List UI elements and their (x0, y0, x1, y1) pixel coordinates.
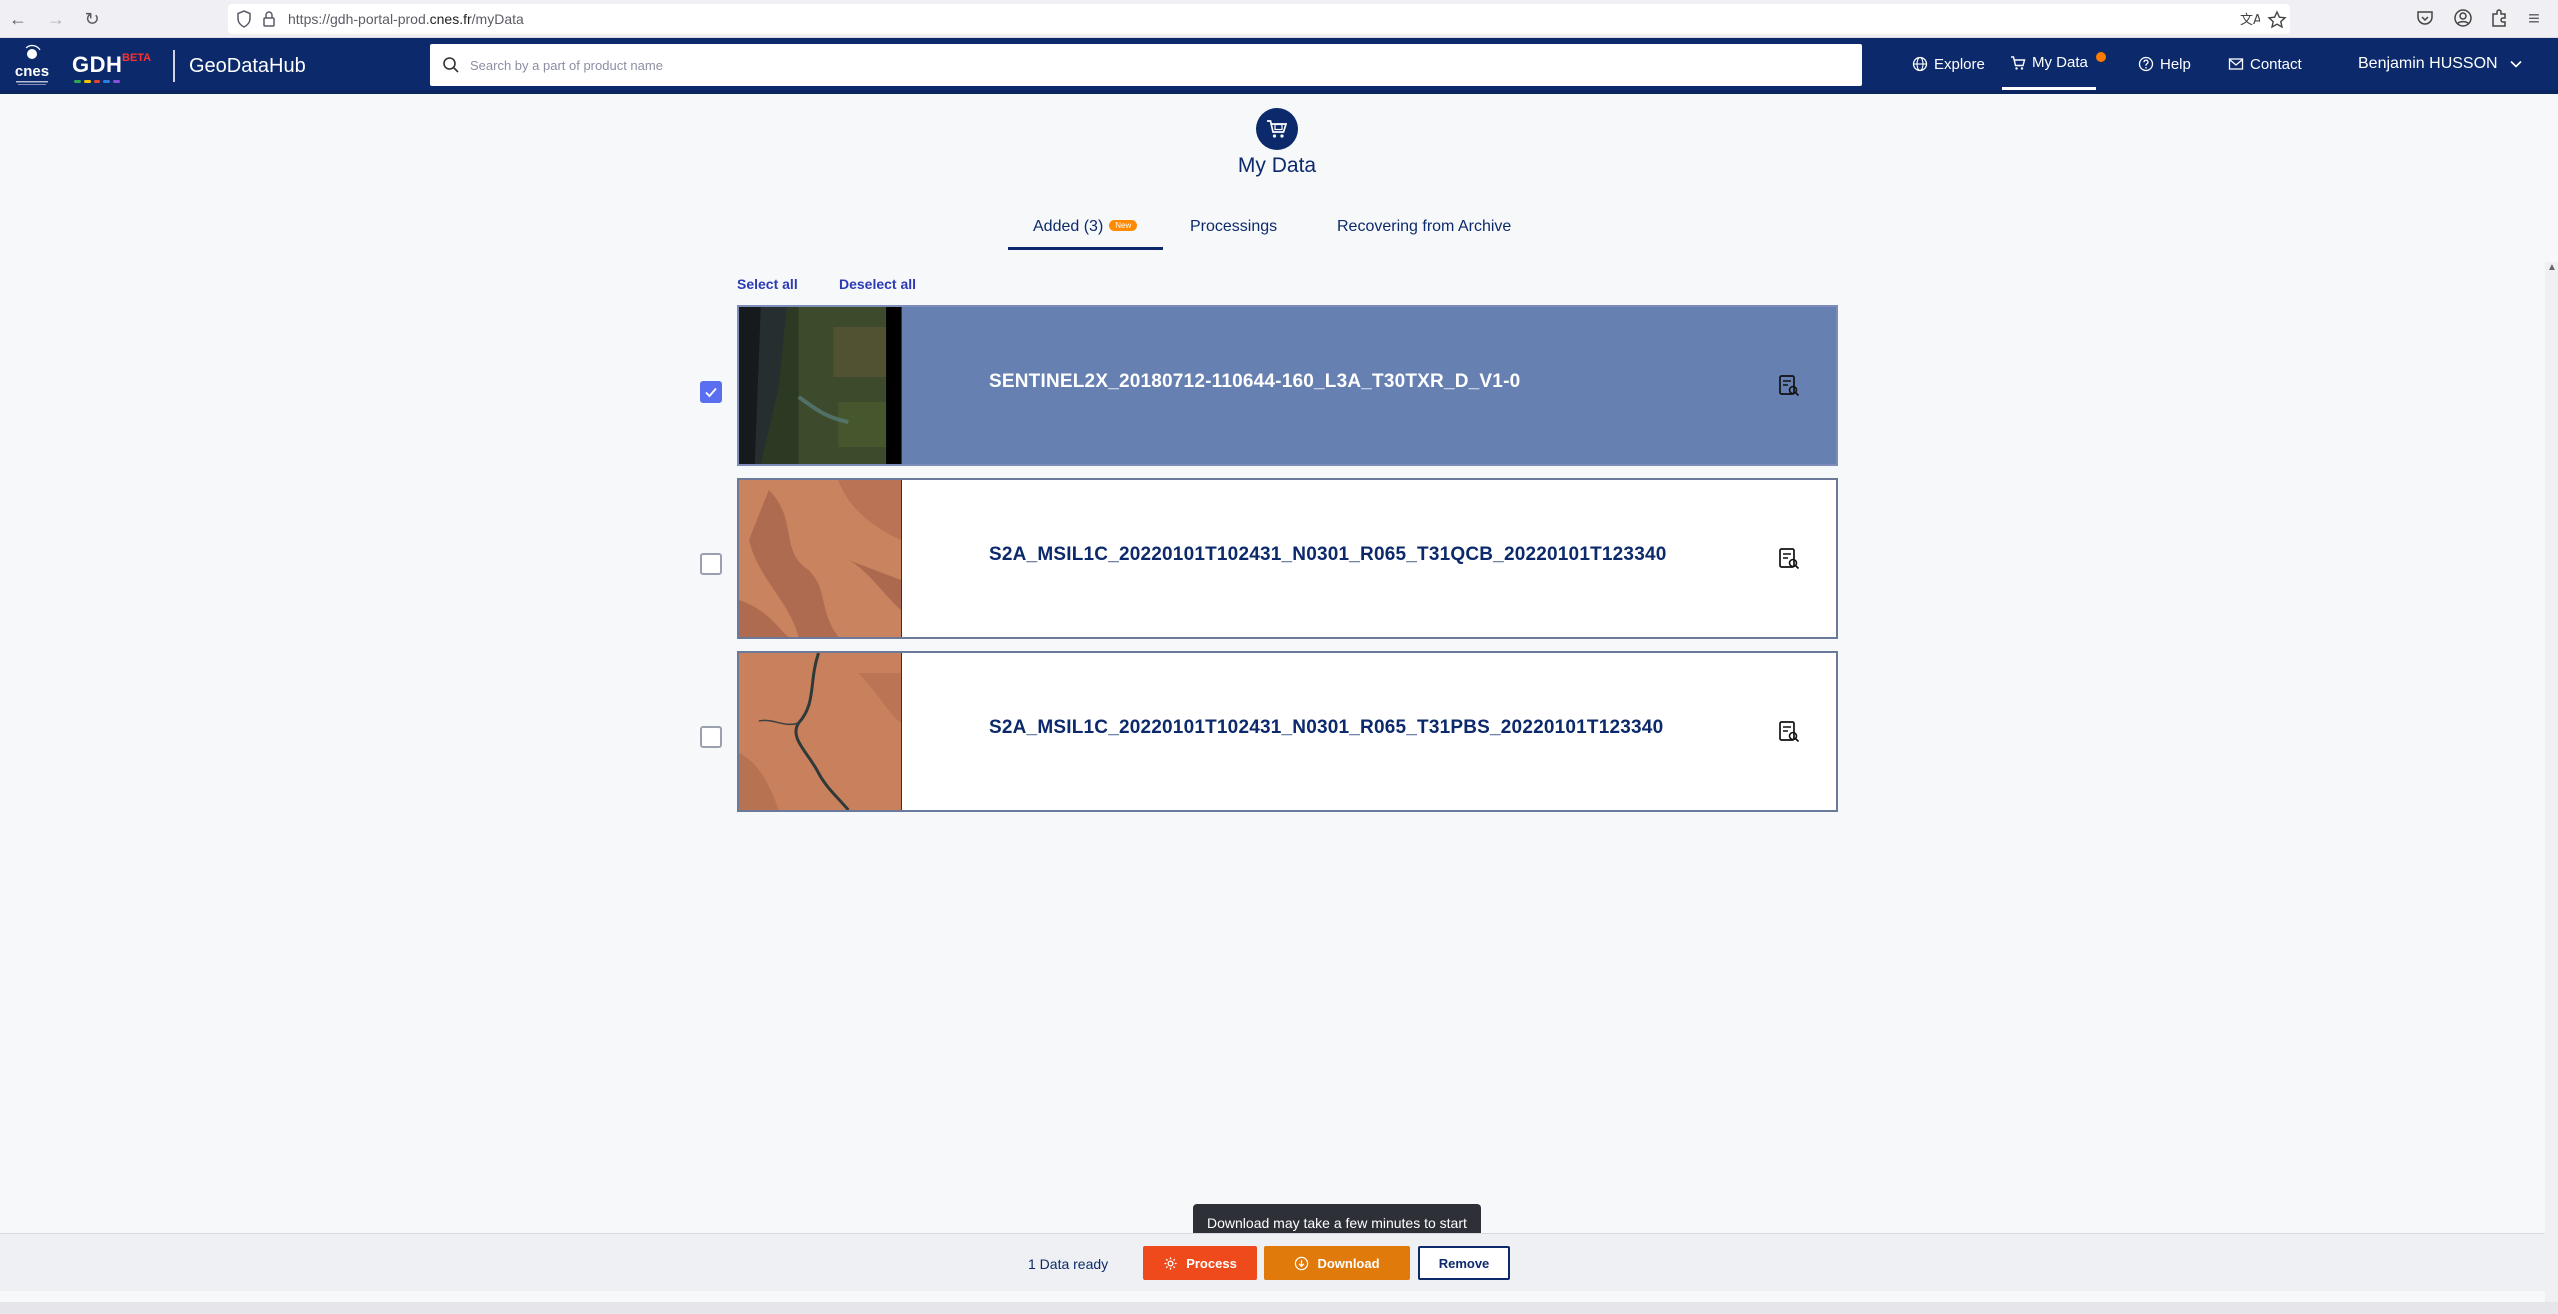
address-bar[interactable]: https://gdh-portal-prod.cnes.fr/myData 文… (228, 4, 2290, 34)
product-checkbox[interactable] (700, 381, 722, 403)
nav-explore[interactable]: Explore (1912, 38, 1985, 90)
product-details-icon[interactable] (1776, 719, 1802, 745)
download-button-label: Download (1317, 1255, 1380, 1271)
deselect-all-link[interactable]: Deselect all (839, 276, 916, 292)
shield-icon[interactable] (236, 10, 252, 28)
scrollbar[interactable] (2545, 262, 2558, 1302)
cart-icon (1267, 120, 1288, 138)
reload-icon[interactable]: ↻ (80, 7, 104, 31)
svg-text:文A: 文A (2240, 13, 2260, 28)
mail-icon (2228, 58, 2244, 70)
pocket-icon[interactable] (2414, 7, 2436, 29)
product-checkbox[interactable] (700, 553, 722, 575)
bookmark-star-icon[interactable] (2266, 9, 2288, 31)
nav-contact-label: Contact (2250, 55, 2302, 73)
user-menu[interactable]: Benjamin HUSSON (2358, 38, 2524, 90)
select-all-link[interactable]: Select all (737, 276, 798, 292)
process-button[interactable]: Process (1143, 1246, 1257, 1280)
help-icon (2138, 56, 2154, 72)
my-data-cart-badge (1256, 108, 1298, 150)
process-button-label: Process (1186, 1255, 1237, 1271)
tab-added[interactable]: Added (3) New (1008, 218, 1163, 250)
user-name: Benjamin HUSSON (2358, 55, 2498, 72)
product-name: S2A_MSIL1C_20220101T102431_N0301_R065_T3… (989, 544, 1667, 565)
lock-icon[interactable] (262, 10, 276, 28)
product-row[interactable]: S2A_MSIL1C_20220101T102431_N0301_R065_T3… (737, 651, 1838, 812)
app-header: cnes GDH BETA GeoDataHub Explore My Data… (0, 38, 2558, 94)
header-divider (173, 50, 175, 82)
account-icon[interactable] (2452, 7, 2474, 29)
beta-label: BETA (122, 52, 152, 64)
product-details-icon[interactable] (1776, 373, 1802, 399)
search-input[interactable] (470, 44, 1850, 86)
nav-contact[interactable]: Contact (2228, 38, 2302, 90)
chevron-down-icon (2510, 60, 2522, 68)
cnes-logo[interactable]: cnes (10, 44, 54, 88)
menu-icon[interactable]: ≡ (2522, 7, 2546, 31)
search-box (430, 44, 1862, 86)
gdh-color-bar (74, 80, 120, 84)
cnes-logo-icon: cnes (15, 44, 49, 85)
checkmark-icon (705, 387, 717, 398)
url-text: https://gdh-portal-prod.cnes.fr/myData (288, 11, 524, 27)
product-thumbnail (739, 480, 902, 637)
download-icon (1295, 1256, 1309, 1270)
product-row[interactable]: SENTINEL2X_20180712-110644-160_L3A_T30TX… (737, 305, 1838, 466)
app-name[interactable]: GeoDataHub (189, 55, 306, 78)
extensions-icon[interactable] (2488, 7, 2510, 29)
horizontal-scrollbar[interactable] (0, 1302, 2558, 1314)
data-ready-status: 1 Data ready (1028, 1256, 1109, 1272)
tab-recovering-from-archive[interactable]: Recovering from Archive (1337, 218, 1511, 250)
forward-icon[interactable]: → (44, 7, 68, 31)
product-name: S2A_MSIL1C_20220101T102431_N0301_R065_T3… (989, 717, 1664, 738)
nav-help[interactable]: Help (2138, 38, 2191, 90)
browser-toolbar: ← → ↻ https://gdh-portal-prod.cnes.fr/my… (0, 0, 2558, 38)
tab-processings[interactable]: Processings (1190, 218, 1277, 250)
notification-dot (2095, 52, 2106, 62)
scroll-up-icon[interactable]: ▲ (2547, 262, 2557, 273)
gdh-logo[interactable]: GDH (72, 52, 122, 78)
action-bar: 1 Data ready Process Download Remove (0, 1233, 2545, 1291)
cart-icon (2011, 55, 2026, 70)
tab-added-label: Added (3) (1033, 218, 1104, 235)
translate-icon[interactable]: 文A (2238, 9, 2260, 31)
svg-text:cnes: cnes (15, 63, 49, 80)
nav-my-data-label: My Data (2032, 54, 2088, 71)
remove-button[interactable]: Remove (1418, 1246, 1510, 1280)
gear-icon (1164, 1256, 1177, 1270)
page-title: My Data (1237, 154, 1317, 177)
product-thumbnail (739, 307, 902, 464)
product-checkbox[interactable] (700, 726, 722, 748)
nav-my-data[interactable]: My Data (2002, 38, 2106, 90)
product-row[interactable]: S2A_MSIL1C_20220101T102431_N0301_R065_T3… (737, 478, 1838, 639)
nav-explore-label: Explore (1934, 55, 1985, 73)
nav-help-label: Help (2160, 55, 2191, 73)
product-thumbnail (739, 653, 902, 810)
search-icon (443, 57, 459, 73)
product-details-icon[interactable] (1776, 546, 1802, 572)
globe-icon (1912, 56, 1928, 72)
download-button[interactable]: Download (1264, 1246, 1410, 1280)
product-name: SENTINEL2X_20180712-110644-160_L3A_T30TX… (989, 371, 1521, 392)
back-icon[interactable]: ← (6, 7, 30, 31)
new-badge: New (1109, 220, 1138, 231)
